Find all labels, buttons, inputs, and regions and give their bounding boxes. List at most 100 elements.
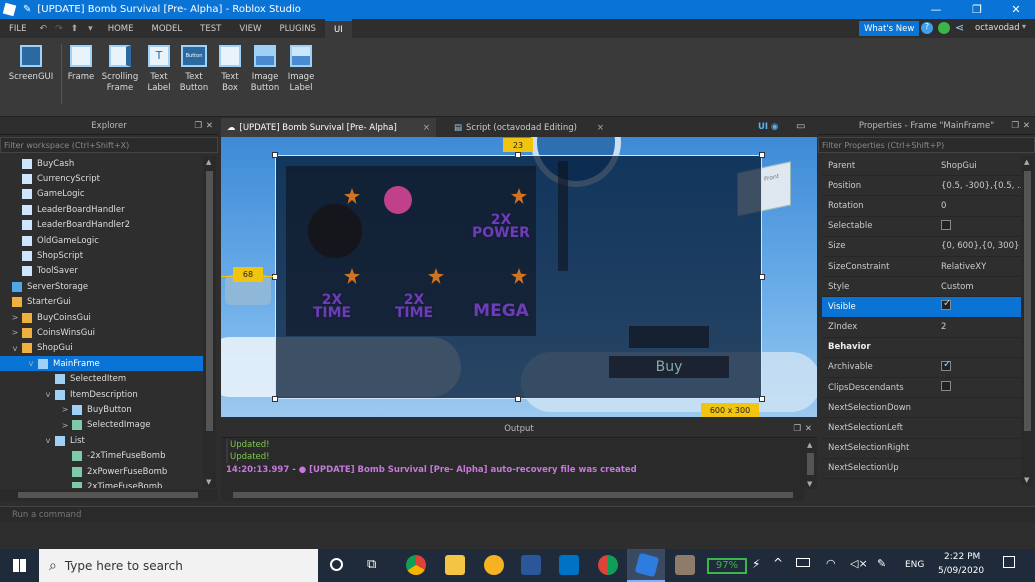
status-icon[interactable] xyxy=(938,22,950,34)
explorer-item[interactable]: v MainFrame xyxy=(0,356,203,372)
property-checkbox[interactable] xyxy=(941,381,951,392)
tab-close-icon[interactable]: × xyxy=(597,123,604,133)
property-value[interactable]: Custom xyxy=(938,282,1021,292)
game-viewport[interactable]: Front 2X POWER 2X TIME 2X TIME MEGA Buy … xyxy=(221,137,817,417)
resize-handle[interactable] xyxy=(515,396,521,402)
output-scrollbar[interactable]: ▲ ▼ xyxy=(804,439,817,489)
frame-button[interactable]: Frame xyxy=(61,43,101,83)
undock-icon[interactable]: ❐ xyxy=(1011,121,1019,131)
image-label-button[interactable]: Image Label xyxy=(281,43,321,94)
user-menu-icon[interactable]: ▾ xyxy=(1022,22,1026,31)
property-row[interactable]: ClipsDescendants xyxy=(822,378,1021,399)
task-view-icon[interactable]: ⧉ xyxy=(367,557,376,572)
battery-indicator[interactable]: 97% xyxy=(707,558,747,574)
property-value[interactable]: {0, 600},{0, 300} xyxy=(938,241,1021,251)
tab-script[interactable]: ▤ Script (octavodad Editing) × xyxy=(448,118,610,137)
property-row[interactable]: NextSelectionUp xyxy=(822,459,1021,479)
main-frame-selection[interactable]: 2X POWER 2X TIME 2X TIME MEGA Buy xyxy=(275,155,762,399)
explorer-filter-input[interactable]: Filter workspace (Ctrl+Shift+X) xyxy=(0,137,218,153)
menu-ui[interactable]: UI xyxy=(324,19,352,38)
explorer-item[interactable]: ToolSaver xyxy=(0,264,203,279)
explorer-item[interactable]: v ShopGui xyxy=(0,341,203,356)
explorer-item[interactable]: 2xTimeFuseBomb xyxy=(0,479,203,488)
tab-close-icon[interactable]: × xyxy=(423,123,430,133)
taskbar-search-input[interactable]: ⌕ Type here to search xyxy=(39,549,318,582)
explorer-item[interactable]: OldGameLogic xyxy=(0,233,203,248)
quick-access-icon[interactable]: ▾ xyxy=(82,24,99,34)
device-emulator-icon[interactable]: ▭ xyxy=(796,121,805,132)
explorer-item[interactable]: GameLogic xyxy=(0,187,203,202)
close-button[interactable]: ✕ xyxy=(997,0,1035,19)
redo-icon[interactable]: ↷ xyxy=(51,24,67,34)
resize-handle[interactable] xyxy=(759,152,765,158)
expand-toggle-icon[interactable]: v xyxy=(26,359,36,368)
expand-toggle-icon[interactable]: > xyxy=(10,328,20,337)
property-row[interactable]: NextSelectionRight xyxy=(822,439,1021,459)
menu-file[interactable]: FILE xyxy=(0,19,36,38)
property-section[interactable]: Behavior xyxy=(822,338,1021,358)
property-row[interactable]: Archivable xyxy=(822,358,1021,379)
explorer-item[interactable]: LeaderBoardHandler xyxy=(0,202,203,217)
explorer-item[interactable]: > CoinsWinsGui xyxy=(0,325,203,340)
buy-button[interactable]: Buy xyxy=(609,356,729,378)
text-button-button[interactable]: Button Text Button xyxy=(174,43,214,94)
property-row[interactable]: NextSelectionLeft xyxy=(822,418,1021,439)
command-input[interactable]: Run a command xyxy=(12,510,81,520)
ui-visibility-toggle[interactable]: UI ◉ xyxy=(758,122,778,132)
output-hscrollbar[interactable] xyxy=(221,489,804,501)
explorer-item[interactable]: 2xPowerFuseBomb xyxy=(0,464,203,479)
explorer-close-icon[interactable]: ✕ xyxy=(206,121,213,131)
resize-handle[interactable] xyxy=(759,396,765,402)
explorer-hscrollbar[interactable] xyxy=(0,489,218,501)
explorer-item[interactable]: > SelectedImage xyxy=(0,418,203,433)
property-row[interactable]: SizeConstraint RelativeXY xyxy=(822,257,1021,278)
battery-icon[interactable] xyxy=(796,558,810,567)
properties-scrollbar[interactable]: ▲ ▼ xyxy=(1021,156,1034,486)
menu-view[interactable]: VIEW xyxy=(230,19,270,38)
explorer-item[interactable]: SelectedItem xyxy=(0,371,203,386)
undo-icon[interactable]: ↶ xyxy=(36,24,52,34)
undock-icon[interactable]: ❐ xyxy=(793,424,801,434)
property-checkbox[interactable] xyxy=(941,360,951,371)
properties-filter-input[interactable]: Filter Properties (Ctrl+Shift+P) xyxy=(818,137,1035,153)
explorer-item[interactable]: StarterGui xyxy=(0,295,203,310)
publish-icon[interactable]: ⬆ xyxy=(67,24,83,34)
property-row[interactable]: ZIndex 2 xyxy=(822,318,1021,338)
help-icon[interactable]: ? xyxy=(921,22,933,34)
word-icon[interactable] xyxy=(521,555,541,575)
language-indicator[interactable]: ENG xyxy=(905,560,924,570)
share-icon[interactable]: ⋖ xyxy=(955,21,964,34)
property-value[interactable]: 2 xyxy=(938,322,1021,332)
resize-handle[interactable] xyxy=(272,396,278,402)
expand-toggle-icon[interactable]: > xyxy=(60,405,70,414)
property-value[interactable]: RelativeXY xyxy=(938,262,1021,272)
volume-icon[interactable]: ◁× xyxy=(850,557,868,570)
undock-icon[interactable]: ❐ xyxy=(194,121,202,131)
text-label-button[interactable]: T Text Label xyxy=(139,43,179,94)
chevron-up-icon[interactable]: ^ xyxy=(773,556,783,570)
expand-toggle-icon[interactable]: > xyxy=(60,421,70,430)
property-row[interactable]: NextSelectionDown xyxy=(822,398,1021,419)
property-value[interactable]: {0.5, -300},{0.5, ... xyxy=(938,181,1021,191)
explorer-item[interactable]: CurrencyScript xyxy=(0,171,203,186)
property-row[interactable]: Parent ShopGui xyxy=(822,156,1021,177)
scrolling-frame-button[interactable]: Scrolling Frame xyxy=(100,43,140,94)
explorer-item[interactable]: LeaderBoardHandler2 xyxy=(0,218,203,233)
menu-test[interactable]: TEST xyxy=(191,19,230,38)
menu-model[interactable]: MODEL xyxy=(142,19,191,38)
property-row[interactable]: Size {0, 600},{0, 300} xyxy=(822,237,1021,257)
property-value[interactable]: ShopGui xyxy=(938,161,1021,171)
notification-icon[interactable] xyxy=(1003,556,1015,568)
image-button-button[interactable]: Image Button xyxy=(245,43,285,94)
explorer-item[interactable]: BuyCash xyxy=(0,156,203,171)
expand-toggle-icon[interactable]: v xyxy=(43,436,53,445)
resize-handle[interactable] xyxy=(515,152,521,158)
file-explorer-icon[interactable] xyxy=(445,555,465,575)
clock-time[interactable]: 2:22 PM xyxy=(944,552,980,562)
resize-handle[interactable] xyxy=(272,274,278,280)
weather-icon[interactable] xyxy=(484,555,504,575)
menu-home[interactable]: HOME xyxy=(99,19,143,38)
explorer-scrollbar[interactable]: ▲ ▼ xyxy=(203,156,216,488)
explorer-item[interactable]: v List xyxy=(0,433,203,448)
output-close-icon[interactable]: ✕ xyxy=(805,424,812,434)
